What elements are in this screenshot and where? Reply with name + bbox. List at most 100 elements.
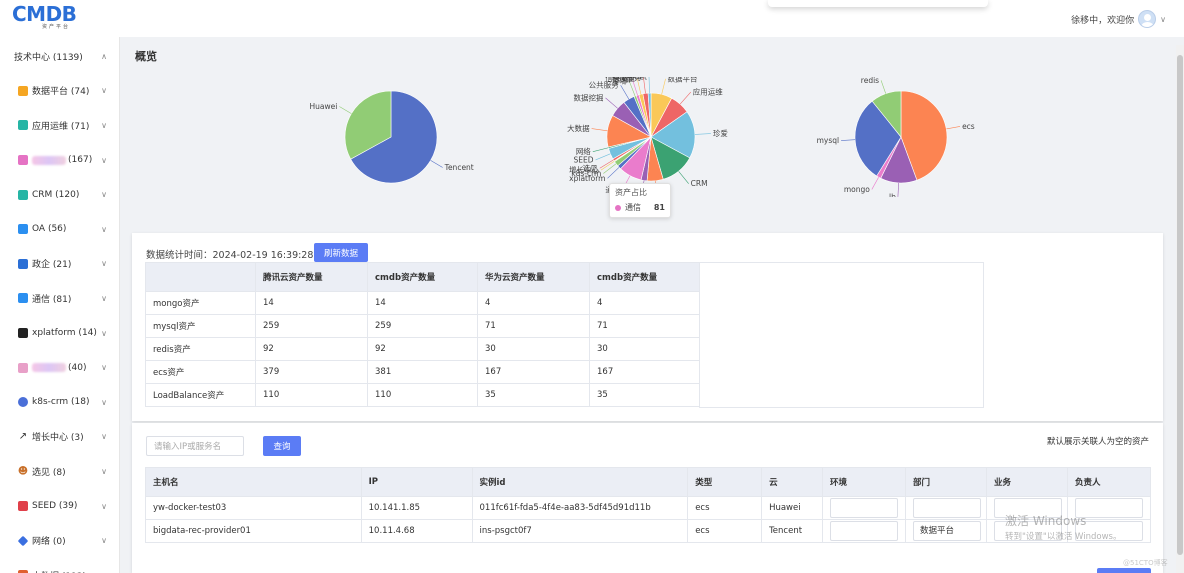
sidebar-item-label: (40) [68,362,87,373]
chevron-down-icon[interactable]: ∨ [101,121,107,130]
table-cell: 011fc61f-fda5-4f4e-aa83-5df45d91d11b [471,496,689,520]
sidebar-item[interactable]: CRM (120) ∨ [0,177,119,212]
table-cell: 35 [477,383,590,407]
app-root: CMDB 资产平台 徐移中，欢迎你 ∨ 技术中心 (1139) ∧ 数据平台 (74… [0,0,1184,573]
legend-dot-icon [615,204,621,211]
sidebar-item[interactable]: (167) ∨ [0,143,119,178]
env-input[interactable] [830,498,899,518]
square-icon [18,224,28,235]
pie-label: ecs [962,122,975,131]
sidebar-item[interactable]: 政企 (21) ∨ [0,247,119,282]
column-header: cmdb资产数量 [589,262,700,292]
table-cell [822,496,906,520]
square-icon [18,189,28,200]
pie-label: 应用运维 [693,87,723,97]
label-leader-line [605,97,618,109]
table-cell: 92 [255,337,368,361]
column-header [145,262,256,292]
windows-watermark-sub: 转到"设置"以激活 Windows。 [1005,532,1122,542]
chevron-down-icon[interactable]: ∨ [101,536,107,545]
sidebar-item[interactable]: k8s-crm (18) ∨ [0,385,119,420]
refresh-button[interactable]: 刷新数据 [314,243,368,262]
user-menu[interactable]: 徐移中，欢迎你 ∨ [1071,10,1166,28]
sidebar-item-label: SEED (39) [32,501,78,512]
top-header: CMDB 资产平台 徐移中，欢迎你 ∨ [0,0,1184,37]
dept-input[interactable] [913,498,981,518]
table-cell: ecs [687,496,763,520]
table-cell: 30 [589,337,700,361]
pie-label: mongo [844,185,870,194]
chevron-down-icon[interactable]: ∨ [1160,15,1166,24]
tooltip-label: 通信 [625,203,641,212]
table-cell: ecs资产 [145,360,256,384]
table-cell: 110 [255,383,368,407]
trend-icon: ↗ [18,431,28,443]
page-title: 概览 [135,50,157,63]
column-header: cmdb资产数量 [367,262,478,292]
sidebar-item[interactable]: SEED (39) ∨ [0,489,119,524]
search-input[interactable]: 请输入IP或服务名 [146,436,244,456]
sidebar-item[interactable]: xplatform (14) ∨ [0,316,119,351]
sidebar-item[interactable]: ↗ 增长中心 (3) ∨ [0,420,119,455]
label-leader-line [897,182,899,197]
sidebar-item[interactable]: 数据平台 (74) ∨ [0,74,119,109]
chevron-down-icon[interactable]: ∨ [101,363,107,372]
sidebar-item[interactable]: 大数据 (112)∨ [0,558,119,573]
sidebar-item[interactable]: 通信 (81) ∨ [0,281,119,316]
column-header: 实例id [471,467,689,497]
chevron-down-icon[interactable]: ∨ [101,86,107,95]
pie-label: Huawei [310,102,338,111]
redacted-text [32,363,66,373]
column-header: 云 [761,467,824,497]
sidebar-item[interactable]: OA (56) ∨ [0,212,119,247]
table-row: yw-docker-test03 10.141.1.85 011fc61f-fda5… [145,496,1152,520]
table-header-row: 腾讯云资产数量 cmdb资产数量 华为云资产数量 cmdb资产数量 [145,262,700,292]
sidebar-item[interactable]: 应用运维 (71) ∨ [0,108,119,143]
table-cell: 110 [367,383,478,407]
label-leader-line [694,133,711,135]
chevron-down-icon[interactable]: ∨ [101,259,107,268]
scroll-thumb[interactable] [1177,55,1183,555]
pie-label: 珍爱 [713,128,728,138]
table-row: mysql资产 259 259 71 71 [145,314,700,338]
sidebar-item-label: 政企 (21) [32,260,72,271]
table-cell: 数据平台 [905,519,987,543]
pie-label: lb [889,192,896,197]
table-cell: 92 [367,337,478,361]
logo[interactable]: CMDB 资产平台 [12,4,77,31]
chevron-down-icon[interactable]: ∨ [101,294,107,303]
label-leader-line [592,147,609,152]
chevron-down-icon[interactable]: ∨ [101,398,107,407]
table-cell: ecs [687,519,763,543]
avatar[interactable] [1138,10,1157,28]
table-cell [905,496,987,520]
query-button[interactable]: 查询 [263,436,301,456]
label-leader-line [871,177,879,190]
hosts-card: 请输入IP或服务名 查询 默认展示关联人为空的资产 主机名 IP 实例id 类型… [132,423,1163,573]
sidebar-item-label: CRM (120) [32,189,80,200]
label-leader-line [591,128,608,132]
sidebar-item[interactable]: (40) ∨ [0,350,119,385]
env-input[interactable] [830,521,899,541]
chevron-down-icon[interactable]: ∨ [101,190,107,199]
sidebar-item[interactable]: 网络 (0) ∨ [0,523,119,558]
chevron-down-icon[interactable]: ∨ [101,329,107,338]
label-leader-line [430,160,443,168]
chevron-down-icon[interactable]: ∨ [101,156,107,165]
dept-input[interactable]: 数据平台 [913,521,981,541]
table-cell: 30 [477,337,590,361]
pie-label: 大数据 [567,123,590,133]
chevron-down-icon[interactable]: ∨ [101,467,107,476]
label-leader-line [678,171,689,184]
chevron-up-icon[interactable]: ∧ [101,52,107,61]
bottom-button-edge[interactable] [1097,568,1151,573]
scrollbar[interactable] [1176,45,1184,573]
table-row: ecs资产 379 381 167 167 [145,360,700,384]
label-leader-line [648,77,650,94]
chevron-down-icon[interactable]: ∨ [101,225,107,234]
sidebar-item-label: (167) [68,155,93,166]
chevron-down-icon[interactable]: ∨ [101,432,107,441]
sidebar-item[interactable]: 技术中心 (1139) ∧ [0,39,119,74]
sidebar-item[interactable]: ☻ 选见 (8) ∨ [0,454,119,489]
chevron-down-icon[interactable]: ∨ [101,502,107,511]
